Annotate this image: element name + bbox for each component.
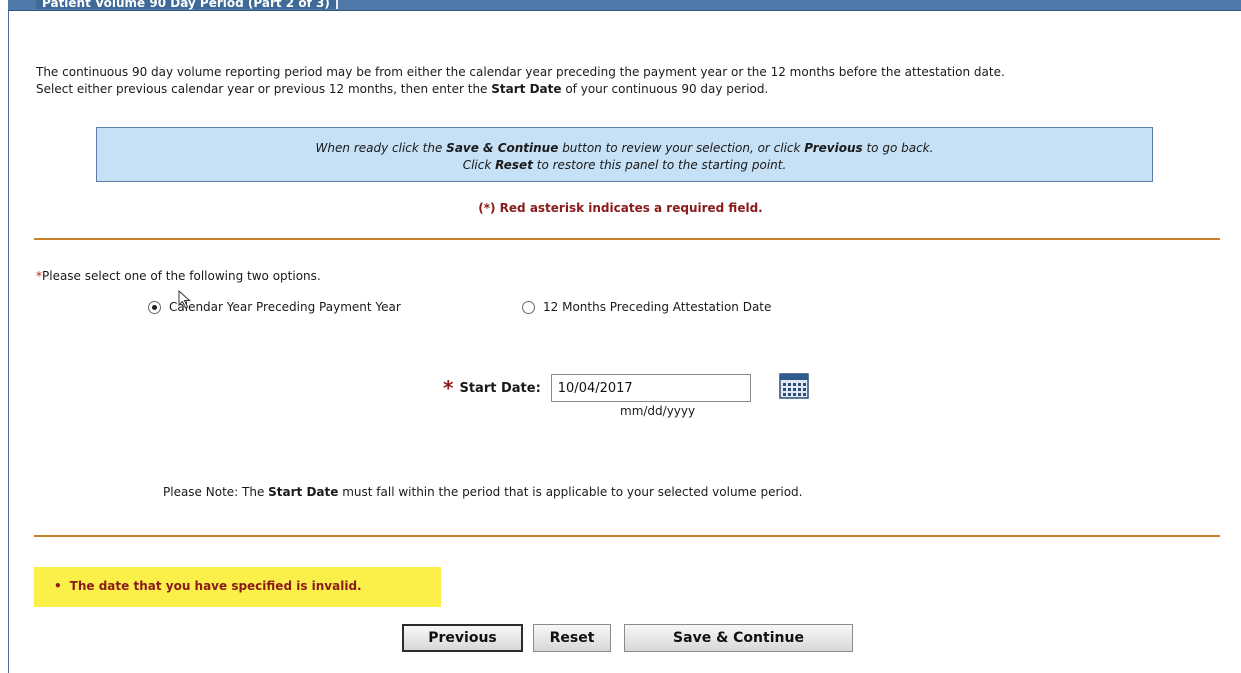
instr-text: When ready click the <box>315 141 447 155</box>
panel-title: Patient Volume 90 Day Period (Part 2 of … <box>36 0 338 9</box>
instructions-line-1: When ready click the Save & Continue but… <box>97 140 1152 157</box>
start-date-label: Start Date: <box>459 380 541 396</box>
calendar-icon[interactable] <box>779 373 809 399</box>
error-message-box: • The date that you have specified is inv… <box>34 567 441 607</box>
error-bullet: • <box>54 579 62 593</box>
option-12-months[interactable]: 12 Months Preceding Attestation Date <box>522 300 771 314</box>
option-calendar-year-label: Calendar Year Preceding Payment Year <box>169 300 401 314</box>
note-post: must fall within the period that is appl… <box>338 485 803 499</box>
instr-text: Click <box>462 158 496 172</box>
option-12-months-label: 12 Months Preceding Attestation Date <box>543 300 772 314</box>
radio-calendar-year[interactable] <box>148 300 161 314</box>
instr-reset-ref: Reset <box>495 158 533 172</box>
panel-title-bar: Patient Volume 90 Day Period (Part 2 of … <box>8 0 1241 11</box>
start-date-note: Please Note: The Start Date must fall wi… <box>163 485 803 499</box>
intro-text: The continuous 90 day volume reporting p… <box>36 64 1236 98</box>
instr-save-continue-ref: Save & Continue <box>446 141 559 155</box>
note-pre: Please Note: The <box>163 485 269 499</box>
required-field-note: (*) Red asterisk indicates a required fi… <box>478 201 763 215</box>
reset-button[interactable]: Reset <box>533 624 611 652</box>
divider-top <box>34 238 1220 240</box>
radio-12-months[interactable] <box>522 300 535 314</box>
instr-text: to restore this panel to the starting po… <box>532 158 787 172</box>
panel-left-border <box>8 0 9 673</box>
intro-line-1: The continuous 90 day volume reporting p… <box>36 65 1005 79</box>
start-date-row: * Start Date: <box>443 374 751 402</box>
note-bold: Start Date <box>268 485 339 499</box>
mouse-cursor-icon <box>178 290 191 309</box>
error-message: The date that you have specified is inva… <box>69 579 362 593</box>
options-prompt-text: Please select one of the following two o… <box>42 269 321 283</box>
instructions-line-2: Click Reset to restore this panel to the… <box>97 157 1152 174</box>
intro-line-2: Select either previous calendar year or … <box>36 81 1236 98</box>
intro-line-2-post: of your continuous 90 day period. <box>561 82 769 96</box>
options-prompt: *Please select one of the following two … <box>36 269 321 283</box>
start-date-input[interactable] <box>550 374 751 402</box>
save-continue-button[interactable]: Save & Continue <box>624 624 853 652</box>
date-format-hint: mm/dd/yyyy <box>620 404 696 418</box>
instr-previous-ref: Previous <box>804 141 863 155</box>
divider-bottom <box>34 535 1220 537</box>
intro-line-2-pre: Select either previous calendar year or … <box>36 82 492 96</box>
instr-text: button to review your selection, or clic… <box>558 141 805 155</box>
instr-text: to go back. <box>862 141 934 155</box>
previous-button[interactable]: Previous <box>402 624 523 652</box>
intro-line-2-bold: Start Date <box>491 82 562 96</box>
instructions-box: When ready click the Save & Continue but… <box>96 127 1153 182</box>
start-date-required-asterisk: * <box>443 376 454 400</box>
